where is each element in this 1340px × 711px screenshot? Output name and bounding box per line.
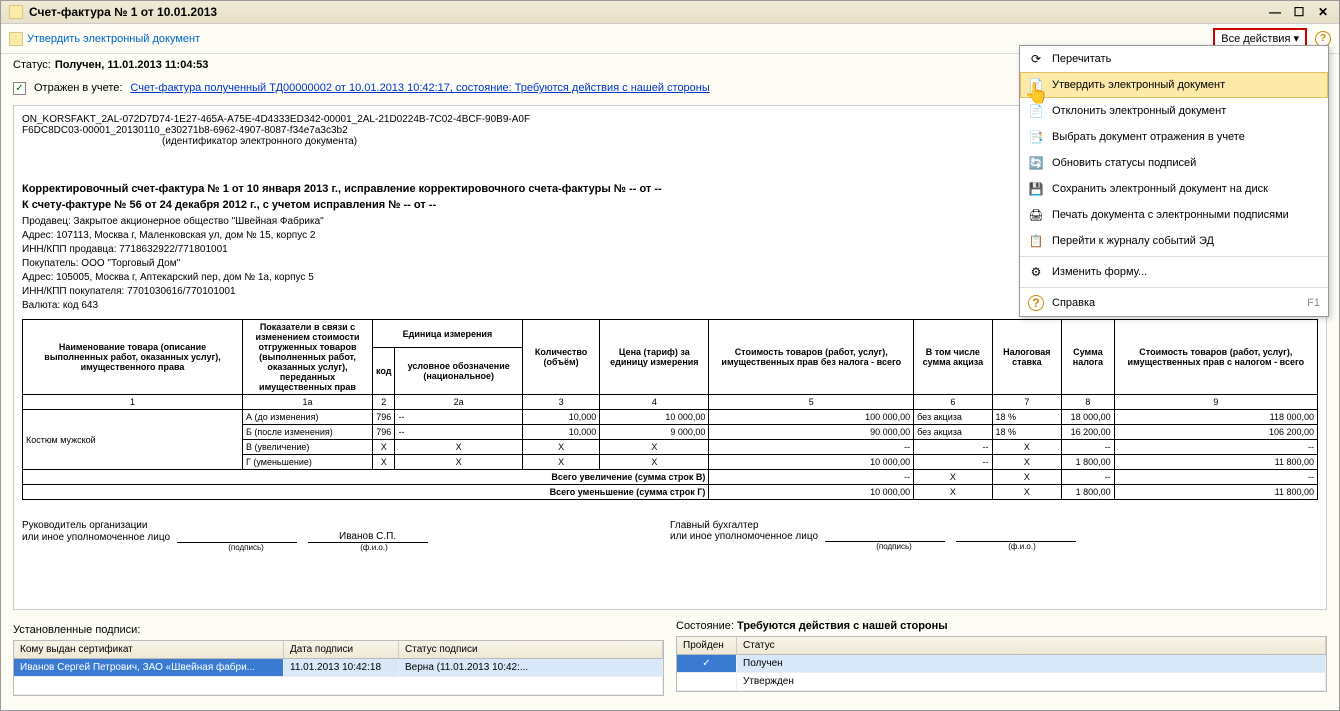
help-icon: ? (1028, 295, 1044, 311)
status-value: Получен, 11.01.2013 11:04:53 (55, 59, 209, 71)
window-title: Счет-фактура № 1 от 10.01.2013 (29, 5, 217, 19)
document-icon (9, 5, 23, 19)
state-row[interactable]: ✓ Получен (677, 655, 1326, 673)
approve-icon (9, 32, 23, 46)
menu-change-form[interactable]: ⚙Изменить форму... (1020, 259, 1328, 285)
menu-save-disk[interactable]: 💾Сохранить электронный документ на диск (1020, 176, 1328, 202)
signature-block: Руководитель организации или иное уполно… (22, 520, 1318, 552)
signatures-grid[interactable]: Кому выдан сертификат Дата подписи Стату… (13, 640, 664, 696)
menu-reject[interactable]: 📄Отклонить электронный документ (1020, 98, 1328, 124)
menu-print[interactable]: 🖨Печать документа с электронными подпися… (1020, 202, 1328, 228)
reflected-link[interactable]: Счет-фактура полученный ТД00000002 от 10… (130, 82, 709, 94)
save-icon: 💾 (1028, 181, 1044, 197)
bottom-panels: Установленные подписи: Кому выдан сертиф… (1, 614, 1339, 702)
print-icon: 🖨 (1028, 207, 1044, 223)
settings-icon: ⚙ (1028, 264, 1044, 280)
cursor-icon: 👆 (1024, 81, 1049, 106)
state-grid[interactable]: Пройден Статус ✓ Получен Утвержден (676, 636, 1327, 692)
signatures-title: Установленные подписи: (13, 620, 664, 640)
close-button[interactable]: ✕ (1315, 5, 1331, 19)
menu-approve[interactable]: 📄Утвердить электронный документ (1020, 72, 1328, 98)
menu-reread[interactable]: ⟳Перечитать (1020, 46, 1328, 72)
select-icon: 📑 (1028, 129, 1044, 145)
journal-icon: 📋 (1028, 233, 1044, 249)
state-value: Требуются действия с нашей стороны (737, 620, 948, 632)
reflected-checkbox[interactable] (13, 82, 26, 95)
refresh-icon: ⟳ (1028, 51, 1044, 67)
menu-journal[interactable]: 📋Перейти к журналу событий ЭД (1020, 228, 1328, 254)
invoice-table: Наименование товара (описание выполненны… (22, 319, 1318, 500)
minimize-button[interactable]: — (1267, 5, 1283, 19)
state-row[interactable]: Утвержден (677, 673, 1326, 691)
maximize-button[interactable]: ☐ (1291, 5, 1307, 19)
titlebar: Счет-фактура № 1 от 10.01.2013 — ☐ ✕ (1, 1, 1339, 24)
all-actions-menu: ⟳Перечитать 📄Утвердить электронный докум… (1019, 45, 1329, 317)
menu-update-sig[interactable]: 🔄Обновить статусы подписей (1020, 150, 1328, 176)
update-icon: 🔄 (1028, 155, 1044, 171)
menu-help[interactable]: ?СправкаF1 (1020, 290, 1328, 316)
signature-row[interactable]: Иванов Сергей Петрович, ЗАО «Швейная фаб… (14, 659, 663, 677)
app-window: Счет-фактура № 1 от 10.01.2013 — ☐ ✕ Утв… (0, 0, 1340, 711)
menu-select-doc[interactable]: 📑Выбрать документ отражения в учете (1020, 124, 1328, 150)
approve-command[interactable]: Утвердить электронный документ (9, 32, 200, 46)
